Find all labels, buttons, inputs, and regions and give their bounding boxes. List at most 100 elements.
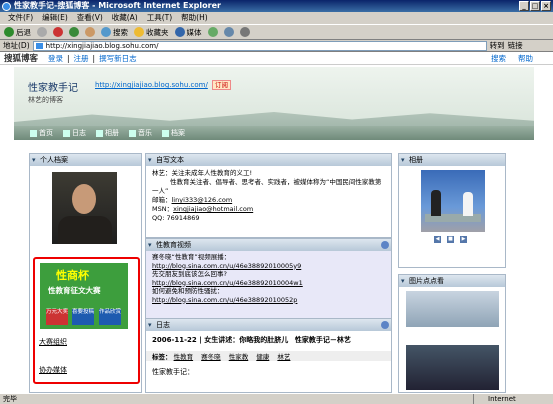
avatar-face	[72, 184, 96, 214]
album-icon	[96, 129, 103, 137]
search-button[interactable]: 搜索	[101, 27, 128, 38]
media-button[interactable]: 媒体	[174, 27, 202, 38]
stop-icon	[53, 27, 63, 37]
media-icon	[174, 27, 185, 37]
refresh-icon[interactable]	[381, 321, 389, 329]
pictures-header: 图片点点看	[399, 275, 505, 287]
maximize-button[interactable]: □	[530, 1, 540, 11]
address-label: 地址(D)	[3, 41, 30, 50]
blog-nav: 首页 日志 相册 音乐 档案	[14, 126, 534, 140]
msn-label: MSN：	[152, 205, 174, 213]
diary-icon	[63, 129, 70, 137]
tag-link[interactable]: 健康	[256, 353, 269, 361]
email-label: 邮箱：	[152, 196, 172, 204]
menu-help[interactable]: 帮助(H)	[181, 12, 208, 24]
address-input[interactable]: http://xingjiajiao.blog.sohu.com/	[32, 40, 487, 51]
ad-works-button[interactable]: 作品欣赏	[99, 309, 121, 325]
contest-banner-ad[interactable]: 性商杯 性教育征文大赛 万元大奖 喜要投稿 作品欣赏	[40, 263, 128, 329]
nav-archive[interactable]: 档案	[162, 128, 185, 138]
home-icon	[30, 129, 37, 137]
blog-url-link[interactable]: http://xingjiajiao.blog.sohu.com/	[95, 81, 208, 89]
menu-bar: 文件(F) 编辑(E) 查看(V) 收藏(A) 工具(T) 帮助(H)	[0, 12, 553, 24]
sohu-topbar: 搜狐博客 登录 | 注册 | 撰写新日志 搜索 帮助	[0, 52, 553, 65]
history-button[interactable]	[207, 27, 218, 37]
profile-panel: 个人档案 性商杯 性教育征文大赛 万元大奖 喜要投稿 作品欣赏 大赛组织 协办媒…	[29, 153, 142, 393]
zone-indicator: Internet	[473, 394, 553, 404]
music-icon	[129, 129, 136, 137]
page-content: 搜狐博客 登录 | 注册 | 撰写新日志 搜索 帮助 性家教手记 http://xi…	[0, 52, 553, 393]
pictures-panel: 图片点点看	[398, 274, 506, 393]
register-link[interactable]: 注册	[74, 53, 89, 64]
video-line-3: 如何避免和预防性骚扰：	[152, 287, 224, 295]
menu-view[interactable]: 查看(V)	[77, 12, 103, 24]
media-partner-link[interactable]: 协办媒体	[39, 365, 67, 375]
close-button[interactable]: ×	[541, 1, 551, 11]
intro-header: 自写文本	[146, 154, 391, 166]
diary-author: 性家教手记－林艺	[294, 336, 351, 344]
refresh-icon	[69, 27, 79, 37]
nav-diary[interactable]: 日志	[63, 128, 86, 138]
email-link[interactable]: linyi333@126.com	[172, 196, 233, 204]
login-link[interactable]: 登录	[48, 53, 63, 64]
prev-photo-button[interactable]: ◀	[434, 236, 441, 243]
video-link-2[interactable]: http://blog.sina.com.cn/u/46e38892010004…	[152, 279, 385, 288]
ad-headline: 性商杯	[56, 269, 89, 282]
ad-prize-button[interactable]: 万元大奖	[46, 309, 68, 325]
next-photo-button[interactable]: ▶	[460, 236, 467, 243]
help-link[interactable]: 帮助	[518, 53, 533, 64]
tag-link[interactable]: 性教育	[174, 353, 194, 361]
nav-home[interactable]: 首页	[30, 128, 53, 138]
tag-link[interactable]: 赛冬晓	[201, 353, 221, 361]
refresh-button[interactable]	[69, 27, 79, 37]
menu-favorites[interactable]: 收藏(A)	[112, 12, 138, 24]
sohu-blog-logo[interactable]: 搜狐博客	[4, 52, 38, 64]
intro-line-3: 一人”	[152, 187, 169, 195]
print-button[interactable]	[239, 27, 250, 37]
picture-thumb-2[interactable]	[406, 345, 499, 390]
diary-excerpt: 性家教手记：	[152, 368, 194, 376]
nav-album[interactable]: 相册	[96, 128, 119, 138]
diary-post-title[interactable]: 2006-11-22 | 女生讲述：你略我的肚脐儿	[152, 336, 288, 344]
rss-subscribe-button[interactable]: 订阅	[212, 80, 231, 90]
picture-thumb-1[interactable]	[406, 291, 499, 327]
album-panel: 相册 ◀ ■ ▶	[398, 153, 506, 268]
home-button[interactable]	[85, 27, 95, 37]
blog-title: 性家教手记	[28, 83, 78, 94]
minimize-button[interactable]: _	[519, 1, 529, 11]
msn-link[interactable]: xingjiajiao@hotmail.com	[173, 205, 253, 213]
album-pager: ◀ ■ ▶	[434, 236, 467, 243]
address-bar: 地址(D) http://xingjiajiao.blog.sohu.com/ …	[0, 40, 553, 52]
star-icon	[134, 27, 144, 37]
back-button[interactable]: 后退	[4, 27, 31, 38]
favorites-button[interactable]: 收藏夹	[134, 27, 169, 38]
forward-arrow-icon	[37, 27, 47, 37]
ad-submit-button[interactable]: 喜要投稿	[72, 309, 94, 325]
menu-tools[interactable]: 工具(T)	[147, 12, 172, 24]
profile-header: 个人档案	[30, 154, 141, 166]
tag-link[interactable]: 林艺	[277, 353, 290, 361]
search-link[interactable]: 搜索	[491, 53, 506, 64]
blog-subtitle: 林艺的博客	[28, 96, 63, 104]
menu-file[interactable]: 文件(F)	[8, 12, 33, 24]
nav-music[interactable]: 音乐	[129, 128, 152, 138]
video-header: 性教育视频	[146, 239, 391, 251]
links-button[interactable]: 链接	[508, 40, 523, 51]
album-photo[interactable]	[421, 170, 485, 232]
panel-tool-icon[interactable]	[381, 241, 389, 249]
video-panel: 性教育视频 赛冬晓“性教育”视频展播： http://blog.sina.com…	[145, 238, 392, 318]
video-link-1[interactable]: http://blog.sina.com.cn/u/46e38892010005…	[152, 262, 385, 271]
tag-link[interactable]: 性家教	[229, 353, 249, 361]
forward-button[interactable]	[37, 27, 47, 37]
video-link-3[interactable]: http://blog.sina.com.cn/u/46e38892010052…	[152, 296, 385, 305]
diary-panel: 日志 2006-11-22 | 女生讲述：你略我的肚脐儿 性家教手记－林艺 标签…	[145, 318, 392, 393]
play-photo-button[interactable]: ■	[447, 236, 454, 243]
mail-button[interactable]	[223, 27, 234, 37]
write-post-link[interactable]: 撰写新日志	[99, 53, 137, 64]
qq-text: QQ: 76914869	[152, 214, 200, 222]
intro-line-1: 林艺：关注未成年人性教育的义工!	[152, 169, 253, 177]
stop-button[interactable]	[53, 27, 63, 37]
menu-edit[interactable]: 编辑(E)	[42, 12, 68, 24]
contest-organizer-link[interactable]: 大赛组织	[39, 337, 67, 347]
go-button[interactable]: 转到	[490, 40, 505, 51]
window-title: 性家教手记-搜狐博客 - Microsoft Internet Explorer	[14, 1, 221, 10]
